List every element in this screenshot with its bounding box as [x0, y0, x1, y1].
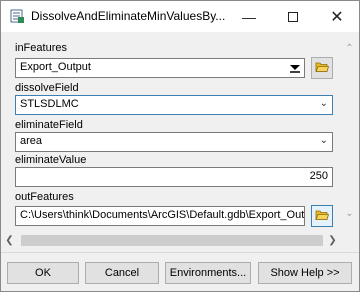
- cancel-button-label: Cancel: [104, 267, 140, 279]
- open-folder-icon: [315, 61, 330, 76]
- out-features-label: outFeatures: [15, 191, 74, 203]
- close-button[interactable]: ✕: [315, 1, 359, 32]
- title-bar[interactable]: DissolveAndEliminateMinValuesBy... — ✕: [1, 1, 359, 32]
- button-bar: OK Cancel Environments... Show Help >>: [1, 252, 359, 291]
- ok-button-label: OK: [35, 267, 51, 279]
- ok-button[interactable]: OK: [7, 262, 79, 284]
- dissolve-field-label: dissolveField: [15, 82, 79, 94]
- in-features-combo[interactable]: Export_Output: [15, 58, 305, 78]
- parameters-panel: inFeatures Export_Output dissolveField S…: [1, 32, 359, 252]
- combo-dropdown-icon[interactable]: [286, 59, 304, 77]
- in-features-label: inFeatures: [15, 42, 67, 54]
- show-help-button[interactable]: Show Help >>: [258, 262, 352, 284]
- scroll-up-icon[interactable]: ⌃: [341, 40, 358, 57]
- environments-button[interactable]: Environments...: [165, 262, 251, 284]
- out-features-browse-button[interactable]: [311, 205, 333, 227]
- eliminate-field-value: area: [20, 135, 43, 147]
- horizontal-scrollbar[interactable]: ❮ ❯: [1, 232, 341, 249]
- scroll-left-icon[interactable]: ❮: [1, 232, 18, 249]
- eliminate-field-label: eliminateField: [15, 119, 83, 131]
- eliminate-value-input[interactable]: 250: [15, 167, 333, 187]
- open-folder-icon: [315, 209, 330, 224]
- eliminate-field-select[interactable]: area ⌄: [15, 132, 333, 152]
- chevron-down-icon: ⌄: [319, 135, 328, 146]
- scroll-down-icon[interactable]: ⌄: [341, 205, 358, 222]
- minimize-icon: —: [242, 8, 256, 25]
- show-help-button-label: Show Help >>: [270, 267, 340, 279]
- horizontal-scroll-thumb[interactable]: [21, 235, 323, 246]
- environments-button-label: Environments...: [169, 267, 247, 279]
- in-features-value: Export_Output: [20, 61, 91, 73]
- maximize-icon: [288, 11, 298, 22]
- tool-dialog: DissolveAndEliminateMinValuesBy... — ✕ i…: [0, 0, 360, 292]
- eliminate-value-text: 250: [309, 170, 328, 182]
- maximize-button[interactable]: [271, 1, 315, 32]
- window-title: DissolveAndEliminateMinValuesBy...: [31, 9, 226, 23]
- scroll-right-icon[interactable]: ❯: [324, 232, 341, 249]
- chevron-down-icon: ⌄: [319, 98, 328, 109]
- close-icon: ✕: [330, 8, 344, 26]
- dissolve-field-select[interactable]: STLSDLMC ⌄: [15, 95, 333, 115]
- out-features-value: C:\Users\think\Documents\ArcGIS\Default.…: [20, 209, 305, 221]
- vertical-scrollbar[interactable]: ⌃ ⌄: [341, 40, 358, 222]
- in-features-browse-button[interactable]: [311, 57, 333, 79]
- dissolve-field-value: STLSDLMC: [20, 98, 79, 110]
- out-features-input[interactable]: C:\Users\think\Documents\ArcGIS\Default.…: [15, 206, 305, 226]
- eliminate-value-label: eliminateValue: [15, 154, 87, 166]
- cancel-button[interactable]: Cancel: [85, 262, 159, 284]
- script-tool-icon: [9, 8, 25, 24]
- minimize-button[interactable]: —: [227, 1, 271, 32]
